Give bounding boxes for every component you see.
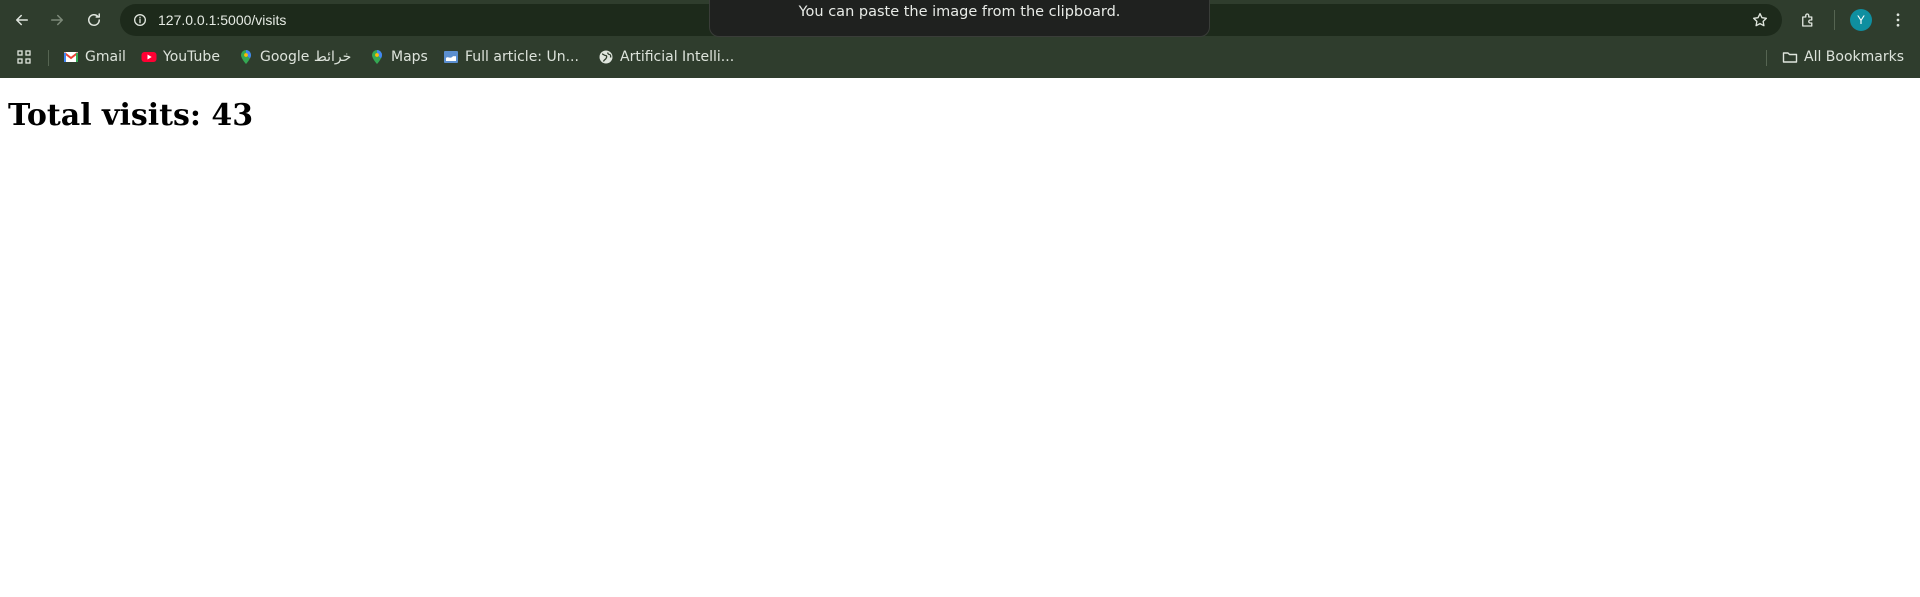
extensions-button[interactable] xyxy=(1794,6,1822,34)
profile-avatar[interactable]: Y xyxy=(1850,9,1872,31)
site-info-button[interactable] xyxy=(128,8,152,32)
back-button[interactable] xyxy=(8,6,36,34)
arrow-right-icon xyxy=(51,14,63,26)
bookmark-gmail[interactable]: Gmail xyxy=(63,45,126,69)
all-bookmarks-button[interactable]: All Bookmarks xyxy=(1782,45,1904,69)
bookmark-label: Gmail xyxy=(85,49,126,65)
bookmark-label: YouTube xyxy=(163,49,220,65)
arrow-left-icon xyxy=(16,14,28,26)
bookmark-artificial-intelligence[interactable]: Artificial Intelli... xyxy=(598,45,734,69)
bookmarks-bar: Gmail YouTube Google خرائط Maps Full art… xyxy=(0,42,1920,72)
bookmark-maps[interactable]: Maps xyxy=(369,45,428,69)
puzzle-icon xyxy=(1802,13,1813,27)
bookmark-youtube[interactable]: YouTube xyxy=(141,45,220,69)
url-text[interactable]: 127.0.0.1:5000/visits xyxy=(158,4,286,36)
info-icon xyxy=(134,14,146,26)
apps-grid-icon xyxy=(17,50,31,64)
reload-icon xyxy=(88,13,100,26)
bookmark-label: Artificial Intelli... xyxy=(620,49,735,65)
more-vertical-icon xyxy=(1896,13,1900,27)
bookmark-star-button[interactable] xyxy=(1748,8,1772,32)
reload-button[interactable] xyxy=(80,6,108,34)
bookmarks-divider xyxy=(1766,50,1767,66)
toolbar-divider xyxy=(1834,10,1835,30)
globe-icon xyxy=(599,50,613,64)
article-icon xyxy=(444,51,458,63)
maps-pin-icon xyxy=(372,50,382,64)
bookmark-label: Full article: Un... xyxy=(465,49,579,65)
gmail-icon xyxy=(63,52,79,62)
bookmark-label: Maps xyxy=(391,49,428,65)
page-content: Total visits: 43 xyxy=(0,78,1920,597)
youtube-icon xyxy=(141,52,157,62)
browser-menu-button[interactable] xyxy=(1884,6,1912,34)
maps-pin-icon xyxy=(241,50,251,64)
folder-icon xyxy=(1782,52,1798,63)
forward-button[interactable] xyxy=(43,6,71,34)
bookmark-label: Google خرائط xyxy=(260,49,352,65)
star-icon xyxy=(1752,12,1768,27)
bookmark-google-maps-ar[interactable]: Google خرائط xyxy=(238,45,351,69)
total-visits-heading: Total visits: 43 xyxy=(8,98,254,133)
bookmarks-divider xyxy=(48,50,49,66)
clipboard-tooltip: You can paste the image from the clipboa… xyxy=(709,0,1210,37)
bookmark-full-article[interactable]: Full article: Un... xyxy=(443,45,579,69)
all-bookmarks-label: All Bookmarks xyxy=(1804,49,1905,65)
browser-toolbar: 127.0.0.1:5000/visits You can paste the … xyxy=(0,0,1920,40)
apps-button[interactable] xyxy=(16,45,32,69)
browser-chrome: 127.0.0.1:5000/visits You can paste the … xyxy=(0,0,1920,78)
